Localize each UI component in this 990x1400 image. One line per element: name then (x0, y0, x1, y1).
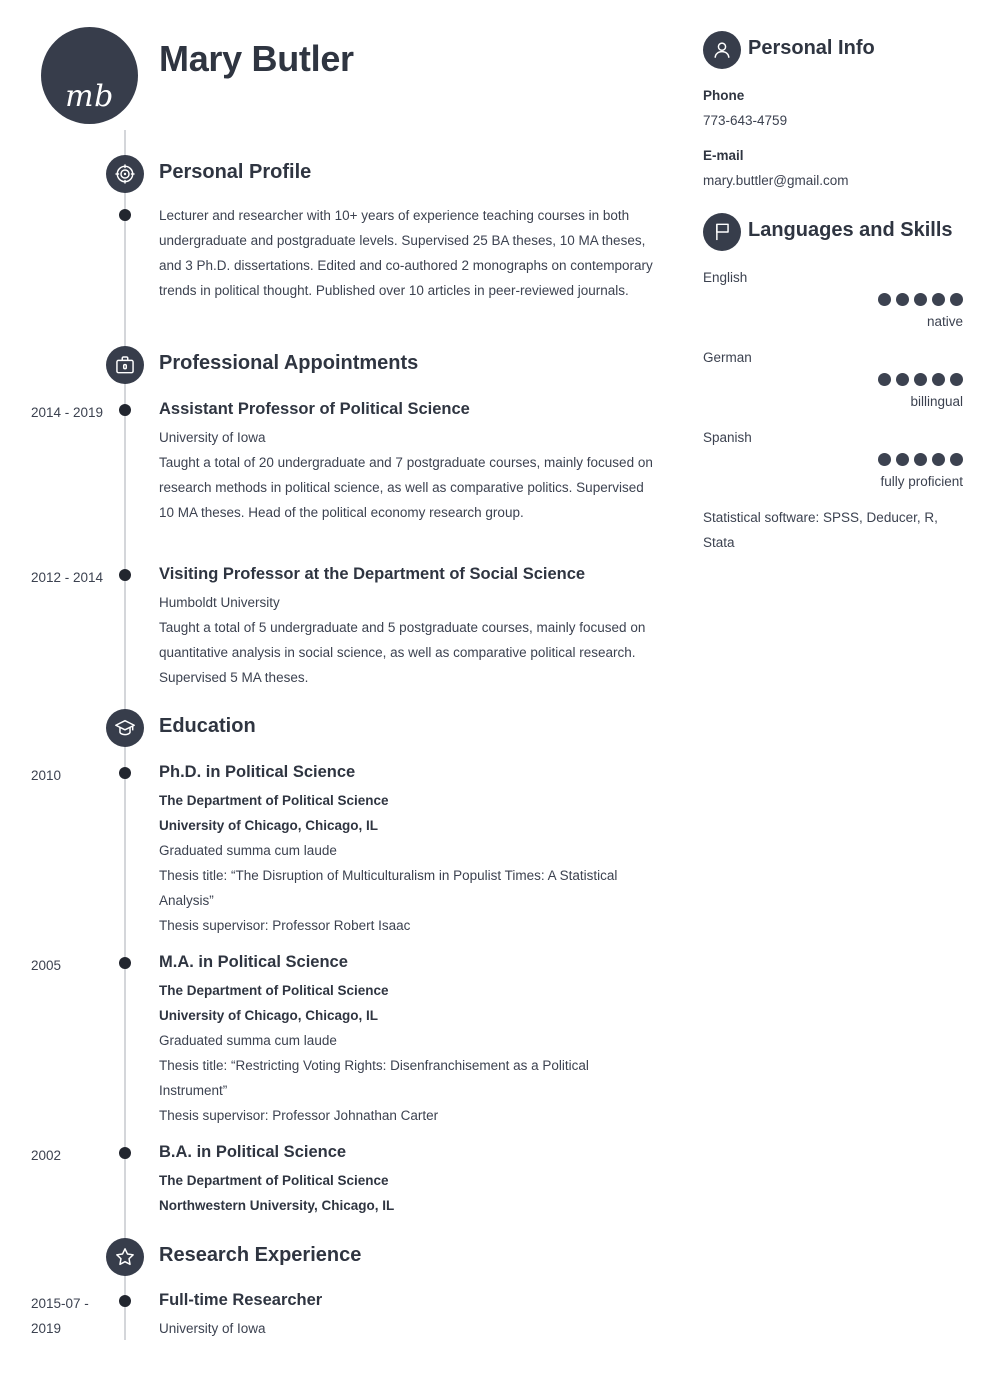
timeline-dot (119, 404, 131, 416)
section-title: Research Experience (159, 1244, 362, 1266)
entry-title: B.A. in Political Science (159, 1143, 347, 1161)
language-name: German (703, 350, 752, 365)
language-name: Spanish (703, 430, 752, 445)
entry-thesis-supervisor: Thesis supervisor: Professor Robert Isaa… (159, 918, 411, 933)
rating-dot (914, 453, 927, 466)
rating-dot (878, 453, 891, 466)
entry-date: 2012 - 2014 (31, 570, 104, 585)
graduation-cap-icon (106, 709, 144, 747)
resume-page: mb Mary Butler Personal Profile Lecturer… (0, 0, 990, 1400)
language-row: Spanish fully proficient (703, 425, 963, 494)
entry-department: The Department of Political Science (159, 1173, 389, 1188)
section-title: Personal Profile (159, 161, 312, 183)
briefcase-icon (106, 346, 144, 384)
sidebar-section-title: Personal Info (748, 37, 875, 59)
avatar: mb (41, 27, 138, 124)
entry-date: 2005 (31, 958, 62, 973)
rating-dot (914, 293, 927, 306)
section-title: Education (159, 715, 256, 737)
entry-thesis-supervisor: Thesis supervisor: Professor Johnathan C… (159, 1108, 439, 1123)
section-title: Professional Appointments (159, 352, 419, 374)
rating-dot (950, 453, 963, 466)
rating-dot (932, 453, 945, 466)
language-level: native (926, 314, 963, 329)
avatar-initials: mb (65, 79, 114, 114)
language-row: German billingual (703, 345, 963, 414)
main-column: mb Mary Butler Personal Profile Lecturer… (0, 0, 690, 1400)
profile-text: Lecturer and researcher with 10+ years o… (159, 208, 653, 298)
entry-title: Full-time Researcher (159, 1291, 323, 1309)
entry-department: The Department of Political Science (159, 793, 389, 808)
sidebar: Personal Info Phone 773-643-4759 E-mail … (703, 0, 963, 555)
person-icon (703, 31, 741, 69)
target-icon (106, 155, 144, 193)
timeline-dot (119, 1295, 131, 1307)
entry-date: 2010 (31, 768, 62, 783)
rating-dot (896, 293, 909, 306)
email-label: E-mail (703, 148, 744, 163)
entry-title: Visiting Professor at the Department of … (159, 565, 586, 583)
section-header-research: Research Experience (0, 1238, 690, 1276)
phone-value: 773-643-4759 (703, 113, 788, 128)
timeline-dot (119, 1147, 131, 1159)
sidebar-header-personal-info: Personal Info (703, 31, 963, 69)
skills-note: Statistical software: SPSS, Deducer, R, … (703, 510, 938, 550)
language-rating-dots (703, 293, 963, 306)
entry-honors: Graduated summa cum laude (159, 1033, 337, 1048)
sidebar-header-languages: Languages and Skills (703, 213, 963, 251)
entry-title: Ph.D. in Political Science (159, 763, 356, 781)
phone-label: Phone (703, 88, 745, 103)
entry-description: Taught a total of 20 undergraduate and 7… (159, 455, 653, 520)
language-rating-dots (703, 453, 963, 466)
section-header-appointments: Professional Appointments (0, 346, 690, 384)
timeline-dot (119, 957, 131, 969)
entry-university: University of Chicago, Chicago, IL (159, 1008, 379, 1023)
flag-icon (703, 213, 741, 251)
section-header-education: Education (0, 709, 690, 747)
rating-dot (878, 373, 891, 386)
timeline-dot (119, 209, 131, 221)
language-name: English (703, 270, 748, 285)
language-rating-dots (703, 373, 963, 386)
entry-thesis-title: Thesis title: “Restricting Voting Rights… (159, 1058, 589, 1098)
rating-dot (932, 373, 945, 386)
language-level: billingual (910, 394, 963, 409)
entry-thesis-title: Thesis title: “The Disruption of Multicu… (159, 868, 618, 908)
entry-honors: Graduated summa cum laude (159, 843, 337, 858)
entry-date: 2002 (31, 1148, 62, 1163)
rating-dot (896, 453, 909, 466)
entry-university: Northwestern University, Chicago, IL (159, 1198, 395, 1213)
language-level: fully proficient (880, 474, 963, 489)
entry-organization: Humboldt University (159, 595, 280, 610)
rating-dot (950, 373, 963, 386)
timeline-dot (119, 767, 131, 779)
sidebar-section-title: Languages and Skills (748, 219, 953, 241)
entry-organization: University of Iowa (159, 1321, 266, 1336)
resume-header: mb Mary Butler (0, 0, 690, 140)
entry-title: Assistant Professor of Political Science (159, 400, 470, 418)
entry-date: 2014 - 2019 (31, 405, 104, 420)
rating-dot (932, 293, 945, 306)
entry-date: 2015-07 - 2019 (31, 1296, 89, 1336)
page-title: Mary Butler (159, 38, 354, 79)
rating-dot (950, 293, 963, 306)
language-row: English native (703, 265, 963, 334)
rating-dot (914, 373, 927, 386)
rating-dot (878, 293, 891, 306)
email-value: mary.buttler@gmail.com (703, 173, 849, 188)
star-icon (106, 1238, 144, 1276)
timeline-dot (119, 569, 131, 581)
entry-department: The Department of Political Science (159, 983, 389, 998)
entry-university: University of Chicago, Chicago, IL (159, 818, 379, 833)
rating-dot (896, 373, 909, 386)
entry-organization: University of Iowa (159, 430, 266, 445)
entry-description: Taught a total of 5 undergraduate and 5 … (159, 620, 646, 685)
section-header-personal-profile: Personal Profile (0, 155, 690, 193)
entry-title: M.A. in Political Science (159, 953, 348, 971)
